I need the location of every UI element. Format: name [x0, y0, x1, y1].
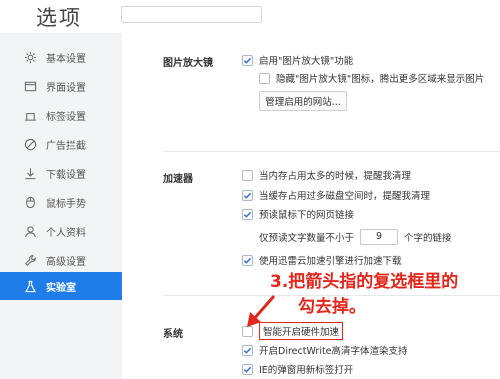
option-label: 预读鼠标下的网页链接	[259, 210, 355, 221]
search-input[interactable]	[121, 6, 262, 23]
memory-warning-option[interactable]: 当内存占用太多的时候，提醒我清理	[242, 168, 411, 182]
check-icon	[243, 57, 252, 64]
min-chars-input[interactable]: 9	[360, 229, 399, 245]
sidebar-item-label: 界面设置	[46, 82, 86, 94]
check-icon	[243, 211, 252, 218]
option-label: 开启DirectWrite高清字体渲染支持	[259, 346, 408, 357]
sidebar-item-advanced[interactable]: 高级设置	[0, 246, 122, 274]
sidebar-item-label: 基本设置	[46, 53, 86, 65]
header: 选项	[0, 0, 500, 33]
option-label: 隐藏"图片放大镜"图标，腾出更多区域来显示图片	[276, 74, 485, 85]
sidebar-item-interface[interactable]: 界面设置	[0, 72, 122, 100]
sidebar-item-label: 鼠标手势	[46, 198, 86, 210]
directwrite-checkbox[interactable]	[242, 344, 253, 356]
option-label: 使用迅雷云加速引擎进行加速下载	[259, 256, 402, 267]
divider	[163, 151, 500, 152]
check-icon	[243, 257, 252, 264]
disk-warning-option[interactable]: 当缓存占用过多磁盘空间时，提醒我清理	[242, 188, 430, 202]
sidebar-item-label: 高级设置	[46, 256, 86, 268]
ie-popup-checkbox[interactable]	[242, 363, 253, 375]
sidebar-item-label: 实验室	[46, 282, 76, 294]
sidebar-item-gestures[interactable]: 鼠标手势	[0, 188, 122, 216]
tab-icon	[23, 108, 37, 122]
min-chars-prefix: 仅预读文字数量不小于	[259, 233, 355, 244]
section-label-magnifier: 图片放大镜	[163, 58, 213, 69]
red-arrow-icon	[247, 295, 276, 327]
sidebar: 基本设置 界面设置 标签设置 广告拦截 下载设置 鼠标手势 个人资料 高级设置 …	[0, 33, 128, 379]
download-icon	[23, 166, 37, 180]
check-icon	[243, 366, 252, 373]
check-icon	[243, 347, 252, 354]
memory-warning-checkbox[interactable]	[242, 169, 253, 181]
enable-magnifier-option[interactable]: 启用"图片放大镜"功能	[242, 53, 353, 67]
prefetch-option[interactable]: 预读鼠标下的网页链接	[242, 207, 354, 221]
page-title: 选项	[36, 6, 82, 30]
sidebar-item-lab[interactable]: 实验室	[0, 272, 128, 300]
settings-panel: 图片放大镜 启用"图片放大镜"功能 隐藏"图片放大镜"图标，腾出更多区域来显示图…	[122, 33, 500, 379]
hide-magnifier-icon-option[interactable]: 隐藏"图片放大镜"图标，腾出更多区域来显示图片	[259, 71, 484, 85]
sidebar-item-adblock[interactable]: 广告拦截	[0, 130, 122, 158]
enable-magnifier-checkbox[interactable]	[242, 54, 253, 66]
sidebar-item-basic[interactable]: 基本设置	[0, 43, 122, 71]
instruction-annotation: 3.把箭头指的复选框里的 勾去掉。	[270, 270, 458, 320]
section-label-accelerator: 加速器	[163, 174, 193, 185]
xunlei-accel-option[interactable]: 使用迅雷云加速引擎进行加速下载	[242, 253, 402, 267]
sidebar-item-download[interactable]: 下载设置	[0, 159, 122, 187]
sidebar-item-label: 标签设置	[46, 111, 86, 123]
option-label: IE的弹窗用新标签打开	[259, 365, 354, 376]
sidebar-item-label: 个人资料	[46, 227, 86, 239]
xunlei-accel-checkbox[interactable]	[242, 254, 253, 266]
sidebar-item-tabs[interactable]: 标签设置	[0, 101, 122, 129]
annotation-line-2: 勾去掉。	[298, 297, 366, 317]
window-icon	[23, 79, 37, 93]
directwrite-option[interactable]: 开启DirectWrite高清字体渲染支持	[242, 343, 408, 357]
sidebar-item-label: 下载设置	[46, 169, 86, 181]
gear-icon	[23, 50, 37, 64]
hide-magnifier-icon-checkbox[interactable]	[259, 72, 270, 84]
mouse-icon	[23, 195, 37, 209]
min-chars-row: 仅预读文字数量不小于 9 个字的链接	[259, 229, 452, 245]
block-icon	[23, 137, 37, 151]
annotation-line-1: 3.把箭头指的复选框里的	[270, 272, 459, 292]
sidebar-item-label: 广告拦截	[46, 140, 86, 152]
option-label: 当内存占用太多的时候，提醒我清理	[259, 171, 412, 182]
check-icon	[243, 192, 252, 199]
option-label: 启用"图片放大镜"功能	[259, 56, 354, 67]
prefetch-checkbox[interactable]	[242, 208, 253, 220]
sidebar-item-profile[interactable]: 个人资料	[0, 217, 122, 245]
manage-sites-button[interactable]: 管理启用的网站...	[259, 91, 347, 111]
wrench-icon	[23, 253, 37, 267]
user-icon	[23, 224, 37, 238]
flask-icon	[23, 279, 37, 293]
ie-popup-option[interactable]: IE的弹窗用新标签打开	[242, 362, 353, 376]
options-window: 选项 基本设置 界面设置 标签设置 广告拦截 下载设置 鼠标手势 个人资料 高级…	[0, 0, 500, 379]
min-chars-suffix: 个字的链接	[404, 233, 452, 244]
option-label: 当缓存占用过多磁盘空间时，提醒我清理	[259, 191, 431, 202]
disk-warning-checkbox[interactable]	[242, 189, 253, 201]
section-label-system: 系统	[163, 329, 183, 340]
